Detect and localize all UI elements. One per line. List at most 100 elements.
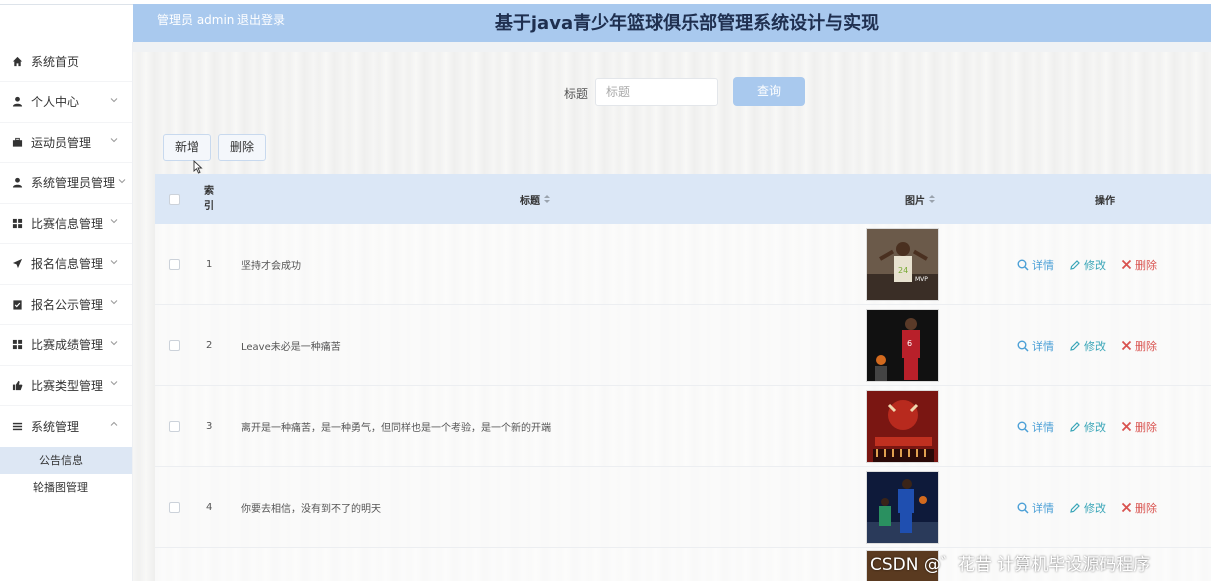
- sidebar-item-label: 报名信息管理: [31, 257, 104, 272]
- search-input[interactable]: 标题: [595, 78, 718, 106]
- detail-button[interactable]: 详情: [1017, 500, 1054, 516]
- select-all-checkbox[interactable]: [169, 193, 180, 205]
- sidebar-item-match-info[interactable]: 比赛信息管理: [0, 204, 132, 244]
- svg-text:6: 6: [907, 339, 912, 348]
- add-button[interactable]: 新增: [163, 134, 211, 161]
- chevron-down-icon: [118, 178, 126, 183]
- sidebar-item-label: 系统首页: [31, 55, 80, 69]
- edit-button[interactable]: 修改: [1069, 500, 1106, 516]
- sidebar-item-match-types[interactable]: 比赛类型管理: [0, 366, 132, 406]
- detail-button[interactable]: 详情: [1017, 338, 1054, 354]
- table-row: 2 Leave未必是一种痛苦 6 详情 修改 删除: [155, 305, 1211, 386]
- edit-label: 修改: [1084, 501, 1106, 515]
- sidebar-subitem-carousel[interactable]: 轮播图管理: [0, 474, 132, 501]
- row-title: 你要去相信，没有到不了的明天: [241, 504, 381, 515]
- edit-icon: [1069, 502, 1081, 514]
- column-actions-label: 操作: [1095, 195, 1115, 207]
- column-image[interactable]: 图片: [905, 174, 935, 224]
- row-index: 4: [206, 502, 213, 513]
- close-icon: [1121, 259, 1132, 270]
- column-index: 索引: [204, 174, 220, 224]
- sidebar-subitem-announcements[interactable]: 公告信息: [0, 446, 132, 474]
- sidebar-item-label: 比赛类型管理: [31, 378, 104, 393]
- chevron-down-icon: [110, 381, 118, 386]
- delete-label: 删除: [1135, 501, 1157, 515]
- detail-label: 详情: [1032, 501, 1054, 515]
- row-title: 离开是一种痛苦，是一种勇气，但同样也是一个考验，是一个新的开端: [241, 423, 551, 434]
- search-button[interactable]: 查询: [733, 77, 805, 106]
- row-thumbnail-image[interactable]: 24 MVP: [866, 228, 939, 301]
- chevron-down-icon: [110, 259, 118, 264]
- csdn-watermark: CSDN @゛花昔 计算机毕设源码程序: [870, 555, 1151, 575]
- svg-text:MVP: MVP: [915, 276, 928, 283]
- sidebar-item-match-results[interactable]: 比赛成绩管理: [0, 325, 132, 366]
- delete-button[interactable]: 删除: [1121, 338, 1157, 354]
- delete-label: 删除: [1135, 258, 1157, 272]
- row-title: 坚持才会成功: [241, 261, 301, 272]
- column-index-label: 索引: [204, 186, 214, 212]
- top-divider: [0, 4, 133, 5]
- sidebar-item-personal-center[interactable]: 个人中心: [0, 82, 132, 123]
- row-actions: 详情 修改 删除: [1017, 224, 1172, 305]
- user-icon: [11, 96, 23, 108]
- edit-button[interactable]: 修改: [1069, 419, 1106, 435]
- delete-button[interactable]: 删除: [1121, 419, 1157, 435]
- detail-button[interactable]: 详情: [1017, 419, 1054, 435]
- sidebar-item-home[interactable]: 系统首页: [0, 42, 132, 82]
- svg-text:24: 24: [898, 266, 908, 275]
- table-row: 4 你要去相信，没有到不了的明天 详情 修改 删除: [155, 467, 1211, 548]
- sidebar-item-athletes[interactable]: 运动员管理: [0, 123, 132, 163]
- row-thumbnail-image[interactable]: 6: [866, 309, 939, 382]
- select-all-cell: [169, 174, 180, 224]
- column-title[interactable]: 标题: [520, 174, 550, 224]
- edit-icon: [1069, 259, 1081, 271]
- row-actions: 详情 修改 删除: [1017, 386, 1172, 467]
- edit-button[interactable]: 修改: [1069, 338, 1106, 354]
- search-icon: [1017, 421, 1029, 433]
- detail-label: 详情: [1032, 258, 1054, 272]
- bulk-delete-button[interactable]: 删除: [218, 134, 266, 161]
- close-icon: [1121, 502, 1132, 513]
- grid-icon: [11, 339, 23, 351]
- row-thumbnail-image[interactable]: [866, 390, 939, 463]
- delete-button[interactable]: 删除: [1121, 500, 1157, 516]
- delete-label: 删除: [1135, 420, 1157, 434]
- home-icon: [11, 56, 23, 68]
- row-thumbnail-image[interactable]: [866, 471, 939, 544]
- row-checkbox[interactable]: [169, 259, 180, 270]
- sidebar-item-registration-info[interactable]: 报名信息管理: [0, 244, 132, 285]
- sort-icon: [929, 194, 935, 204]
- briefcase-icon: [11, 136, 23, 148]
- row-checkbox[interactable]: [169, 340, 180, 351]
- row-index: 1: [206, 259, 213, 270]
- chevron-down-icon: [110, 340, 118, 345]
- main-content: 标题 标题 查询 新增 删除 索引 标题 图片 操作 1 坚持才会成功 24 M…: [133, 42, 1211, 581]
- chevron-down-icon: [110, 300, 118, 305]
- clipboard-icon: [11, 298, 23, 310]
- search-icon: [1017, 340, 1029, 352]
- announcement-table: 索引 标题 图片 操作 1 坚持才会成功 24 MVP 详情 修改 删除 2 L…: [155, 174, 1211, 581]
- edit-icon: [1069, 421, 1081, 433]
- detail-button[interactable]: 详情: [1017, 257, 1054, 273]
- content-top-strip: [133, 42, 1211, 52]
- table-header: 索引 标题 图片 操作: [155, 174, 1211, 224]
- row-checkbox[interactable]: [169, 502, 180, 513]
- sidebar-item-system[interactable]: 系统管理: [0, 406, 132, 447]
- column-title-label: 标题: [520, 195, 540, 207]
- edit-label: 修改: [1084, 258, 1106, 272]
- close-icon: [1121, 421, 1132, 432]
- sidebar-item-sys-admins[interactable]: 系统管理员管理: [0, 163, 132, 204]
- search-icon: [1017, 259, 1029, 271]
- sidebar-item-registration-notice[interactable]: 报名公示管理: [0, 285, 132, 325]
- list-icon: [11, 420, 23, 432]
- close-icon: [1121, 340, 1132, 351]
- mouse-cursor-icon: [193, 160, 203, 174]
- sidebar-item-label: 比赛成绩管理: [31, 338, 104, 353]
- edit-button[interactable]: 修改: [1069, 257, 1106, 273]
- row-actions: 详情 修改 删除: [1017, 305, 1172, 386]
- delete-button[interactable]: 删除: [1121, 257, 1157, 273]
- sidebar-item-label: 个人中心: [31, 95, 80, 110]
- column-actions: 操作: [1095, 174, 1115, 224]
- sidebar-item-label: 比赛信息管理: [31, 216, 104, 231]
- row-checkbox[interactable]: [169, 421, 180, 432]
